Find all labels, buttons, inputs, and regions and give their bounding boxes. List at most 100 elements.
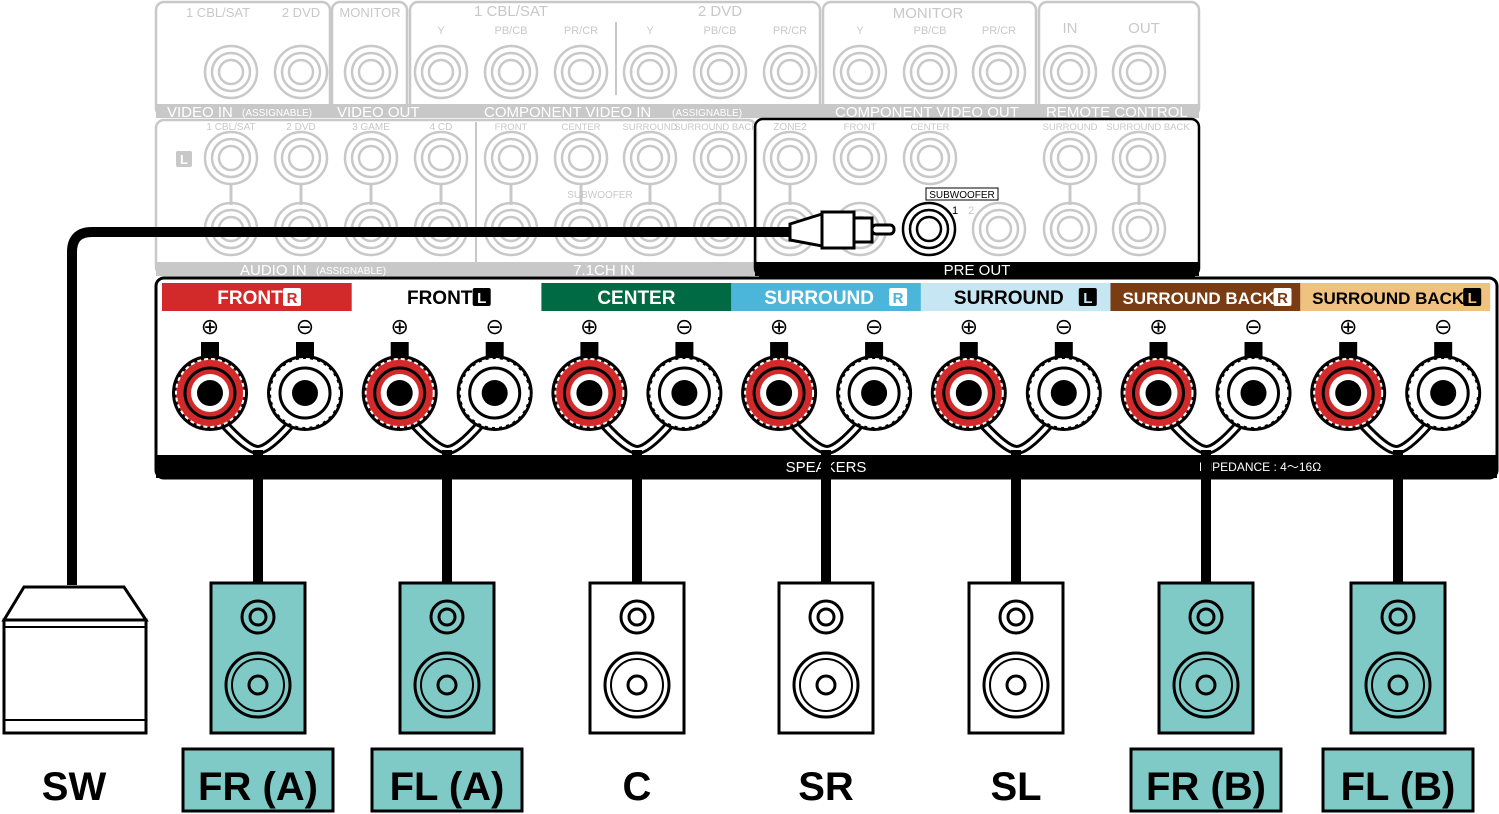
audio-jack	[553, 130, 609, 186]
remote-in-label: IN	[1063, 20, 1078, 37]
component-in-jack-label: PR/CR	[773, 25, 807, 37]
speaker: FR (A)	[181, 450, 335, 813]
pre-out-subwoofer-label: SUBWOOFER	[929, 190, 995, 201]
channel-label: SURROUND BACK	[1312, 289, 1465, 308]
component-out-group: MONITOR	[893, 5, 964, 22]
video-jack	[762, 44, 818, 100]
remote-out-label: OUT	[1128, 20, 1160, 37]
video-in-jack-label: 2 DVD	[282, 5, 320, 20]
speaker-label: FL (B)	[1341, 765, 1456, 809]
audio-jack	[343, 130, 399, 186]
audio-jack	[902, 130, 958, 186]
channel-side-badge: L	[1083, 290, 1092, 307]
speaker: FL (A)	[370, 450, 524, 813]
video-out-label: VIDEO OUT	[337, 104, 420, 121]
subwoofer: SW	[1, 585, 149, 809]
video-jack	[1042, 44, 1098, 100]
plus-icon: ⊕	[580, 314, 598, 339]
speaker: SR	[777, 450, 875, 809]
component-in-jack-label: PB/CB	[703, 25, 736, 37]
subwoofer-1-jack[interactable]	[901, 201, 957, 257]
minus-icon: ⊖	[865, 314, 883, 339]
audio-jack	[832, 130, 888, 186]
audio-jack	[762, 130, 818, 186]
receiver-rear-panel: 1 CBL/SAT 2 DVD MONITOR 1 CBL/SAT 2 DVD …	[154, 0, 1201, 279]
component-out-jack-label: Y	[856, 25, 864, 37]
video-jack	[343, 44, 399, 100]
component-in-jack-label: Y	[437, 25, 445, 37]
video-in-label: VIDEO IN	[167, 104, 233, 121]
video-jack	[971, 44, 1027, 100]
speaker-label: SL	[990, 765, 1041, 809]
speaker: FL (B)	[1321, 450, 1475, 813]
component-in-note: (ASSIGNABLE)	[672, 108, 742, 119]
speaker: FR (B)	[1129, 450, 1283, 813]
channel-side-badge: R	[287, 290, 298, 307]
plus-icon: ⊕	[201, 314, 219, 339]
channel-label: CENTER	[597, 288, 675, 309]
component-in-jack-label: PB/CB	[494, 25, 527, 37]
video-in-jack-label: 1 CBL/SAT	[186, 5, 250, 20]
speaker-label: FR (B)	[1146, 765, 1266, 809]
7ch-in-label: 7.1CH IN	[573, 262, 635, 279]
video-jack	[832, 44, 888, 100]
component-out-jack-label: PB/CB	[913, 25, 946, 37]
channel-label: FRONT	[217, 288, 283, 309]
minus-icon: ⊖	[485, 314, 503, 339]
audio-jack	[483, 130, 539, 186]
component-in-group: 1 CBL/SAT	[474, 3, 548, 20]
video-jack	[692, 44, 748, 100]
video-jack	[273, 44, 329, 100]
speaker-label: FL (A)	[390, 765, 505, 809]
minus-icon: ⊖	[1055, 314, 1073, 339]
plus-icon: ⊕	[960, 314, 978, 339]
audio-jack	[1111, 130, 1167, 186]
subwoofer-1-label: 1	[952, 205, 958, 217]
component-in-group: 2 DVD	[698, 3, 742, 20]
video-jack	[413, 44, 469, 100]
minus-icon: ⊖	[296, 314, 314, 339]
audio-jack	[692, 130, 748, 186]
video-jack	[483, 44, 539, 100]
minus-icon: ⊖	[1434, 314, 1452, 339]
speaker-label: C	[623, 765, 652, 809]
speaker: C	[588, 450, 686, 809]
video-jack	[1111, 44, 1167, 100]
audio-in-note: (ASSIGNABLE)	[316, 266, 386, 277]
plus-icon: ⊕	[770, 314, 788, 339]
subwoofer-2-label: 2	[968, 205, 974, 217]
audio-jack	[273, 130, 329, 186]
video-jack	[902, 44, 958, 100]
connection-diagram: 1 CBL/SAT 2 DVD MONITOR 1 CBL/SAT 2 DVD …	[1, 0, 1499, 813]
speaker: SL	[967, 450, 1065, 809]
component-out-jack-label: PR/CR	[982, 25, 1016, 37]
video-in-note: (ASSIGNABLE)	[242, 108, 312, 119]
audio-in-label: AUDIO IN	[240, 262, 307, 279]
audio-jack	[1111, 201, 1167, 257]
plus-icon: ⊕	[1339, 314, 1357, 339]
minus-icon: ⊖	[675, 314, 693, 339]
minus-icon: ⊖	[1244, 314, 1262, 339]
channel-label: SURROUND BACK	[1122, 289, 1275, 308]
audio-jack	[1042, 201, 1098, 257]
video-jack	[553, 44, 609, 100]
audio-jack	[1042, 130, 1098, 186]
channel-side-badge: R	[1277, 290, 1288, 307]
audio-jack	[413, 130, 469, 186]
channel-label: FRONT	[407, 288, 473, 309]
7ch-subwoofer-label: SUBWOOFER	[567, 190, 633, 201]
channel-side-badge: L	[477, 290, 486, 307]
pre-out-label: PRE OUT	[944, 262, 1011, 279]
plus-icon: ⊕	[390, 314, 408, 339]
component-in-jack-label: PR/CR	[564, 25, 598, 37]
audio-jack	[622, 130, 678, 186]
audio-jack	[203, 130, 259, 186]
component-in-jack-label: Y	[646, 25, 654, 37]
speaker-label: SR	[798, 765, 854, 809]
video-jack	[203, 44, 259, 100]
component-in-label: COMPONENT VIDEO IN	[484, 104, 651, 121]
plus-icon: ⊕	[1149, 314, 1167, 339]
impedance-label: IMPEDANCE : 4～16Ω	[1199, 460, 1321, 474]
channel-label: SURROUND	[954, 288, 1064, 309]
channel-label: SURROUND	[764, 288, 874, 309]
